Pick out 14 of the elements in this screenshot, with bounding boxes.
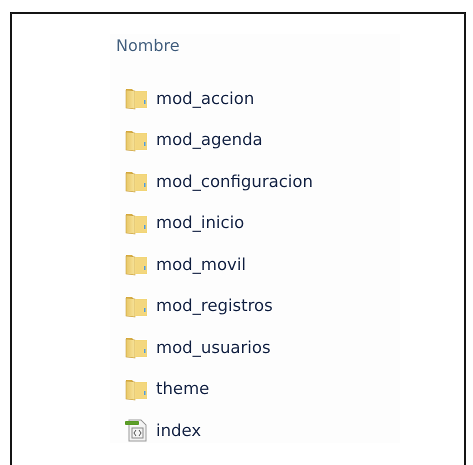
folder-name[interactable]: mod_inicio bbox=[156, 213, 244, 232]
folder-name[interactable]: mod_configuracion bbox=[156, 172, 313, 190]
folder-name[interactable]: mod_movil bbox=[156, 254, 246, 274]
folder-name[interactable]: mod_registros bbox=[156, 296, 273, 315]
folder-icon bbox=[124, 169, 150, 193]
file-name[interactable]: index bbox=[156, 420, 202, 440]
folder-name[interactable]: mod_accion bbox=[156, 88, 254, 108]
folder-name[interactable]: mod_agenda bbox=[156, 130, 263, 149]
folder-name[interactable]: mod_usuarios bbox=[156, 338, 271, 356]
folder-icon bbox=[124, 335, 150, 359]
folder-icon bbox=[124, 252, 150, 276]
folder-name[interactable]: theme bbox=[156, 379, 210, 398]
column-header[interactable]: Nombre bbox=[110, 34, 186, 57]
folder-icon bbox=[124, 86, 150, 110]
